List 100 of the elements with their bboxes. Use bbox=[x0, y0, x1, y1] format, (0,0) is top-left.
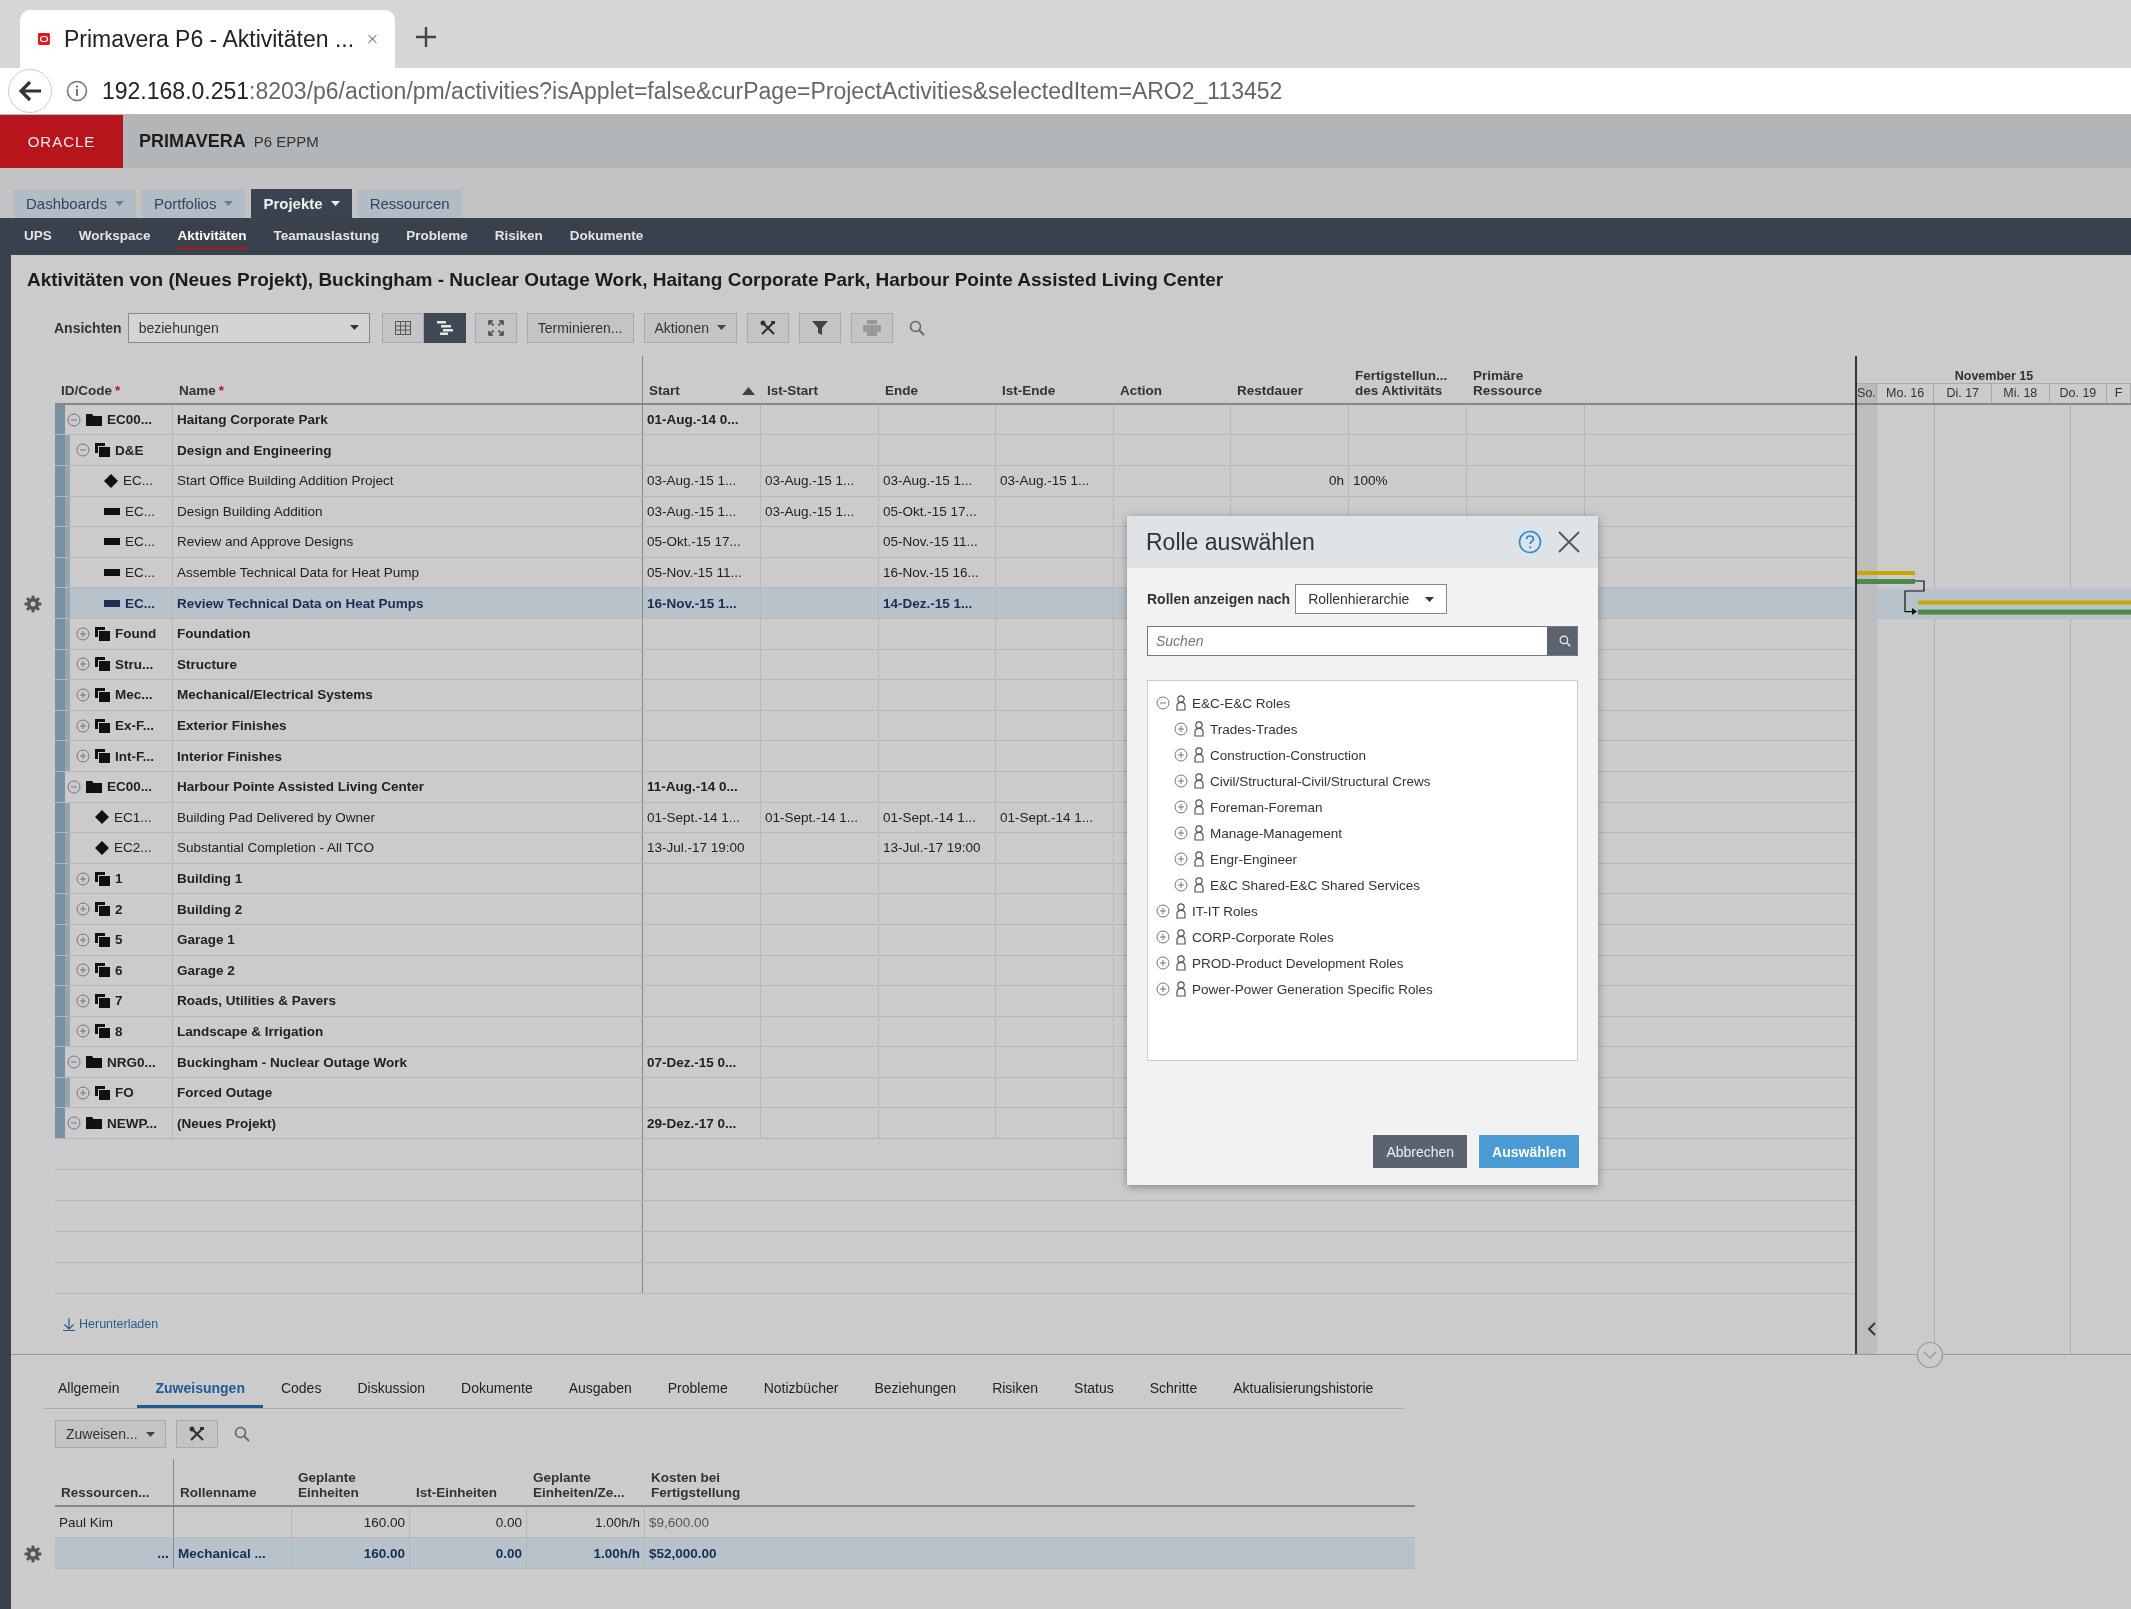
expand-icon[interactable] bbox=[1174, 774, 1188, 788]
column-header[interactable]: Ist-Einheiten bbox=[416, 1486, 497, 1501]
subnav-link[interactable]: Probleme bbox=[406, 224, 468, 249]
detail-tab[interactable]: Status bbox=[1056, 1372, 1132, 1408]
column-header[interactable]: Fertigstellun... des Aktivitäts bbox=[1355, 369, 1448, 399]
column-header[interactable]: Name * bbox=[179, 383, 225, 399]
column-header[interactable]: Action bbox=[1120, 383, 1162, 399]
role-item[interactable]: E&C-E&C Roles bbox=[1192, 695, 1291, 711]
subnav-link[interactable]: Workspace bbox=[78, 224, 151, 249]
column-header[interactable]: Ist-Ende bbox=[1002, 383, 1056, 399]
role-item[interactable]: Power-Power Generation Specific Roles bbox=[1192, 981, 1433, 997]
gear-icon[interactable] bbox=[24, 594, 42, 613]
search-icon[interactable] bbox=[909, 319, 925, 336]
schedule-button[interactable]: Terminieren... bbox=[526, 312, 634, 343]
role-item[interactable]: Civil/Structural-Civil/Structural Crews bbox=[1210, 773, 1431, 789]
detail-tab[interactable]: Diskussion bbox=[339, 1372, 444, 1408]
expand-icon[interactable] bbox=[1156, 982, 1170, 996]
column-header[interactable]: Restdauer bbox=[1237, 383, 1304, 399]
search-icon[interactable] bbox=[233, 1426, 250, 1442]
nav-tab[interactable]: Dashboards bbox=[14, 189, 136, 218]
role-item[interactable]: Manage-Management bbox=[1210, 825, 1343, 841]
search-button[interactable] bbox=[1547, 627, 1577, 655]
gantt-view-button[interactable] bbox=[423, 312, 466, 343]
expand-icon[interactable] bbox=[76, 1085, 90, 1100]
collapse-icon[interactable] bbox=[76, 443, 90, 458]
column-header[interactable]: Ist-Start bbox=[767, 383, 818, 399]
collapse-icon[interactable] bbox=[67, 412, 81, 427]
table-view-button[interactable] bbox=[381, 312, 424, 343]
download-link[interactable]: Herunterladen bbox=[57, 1294, 165, 1355]
role-item[interactable]: Trades-Trades bbox=[1210, 721, 1298, 737]
detail-tab[interactable]: Allgemein bbox=[44, 1372, 138, 1408]
column-header[interactable]: Rollenname bbox=[180, 1486, 257, 1501]
expand-icon[interactable] bbox=[1174, 748, 1188, 762]
detail-tab[interactable]: Ausgaben bbox=[550, 1372, 650, 1408]
expand-icon[interactable] bbox=[76, 871, 90, 886]
expand-icon[interactable] bbox=[1174, 800, 1188, 814]
new-tab-icon[interactable] bbox=[415, 26, 437, 48]
role-item[interactable]: PROD-Product Development Roles bbox=[1192, 955, 1404, 971]
scroll-left-icon[interactable] bbox=[1867, 1322, 1877, 1337]
expand-icon[interactable] bbox=[76, 963, 90, 978]
detail-tab[interactable]: Risiken bbox=[974, 1372, 1057, 1408]
expand-icon[interactable] bbox=[76, 993, 90, 1008]
column-header[interactable]: Start bbox=[649, 383, 680, 399]
subnav-link[interactable]: Aktivitäten bbox=[177, 224, 247, 249]
gear-icon[interactable] bbox=[24, 1544, 42, 1563]
cancel-button[interactable]: Abbrechen bbox=[1373, 1135, 1468, 1168]
detail-tab[interactable]: Zuweisungen bbox=[137, 1372, 263, 1408]
expand-icon[interactable] bbox=[76, 749, 90, 764]
column-header[interactable]: Geplante Einheiten bbox=[298, 1471, 359, 1501]
tools-button[interactable] bbox=[175, 1420, 218, 1448]
collapse-panel-icon[interactable] bbox=[1916, 1341, 1944, 1370]
subnav-link[interactable]: Teamauslastung bbox=[273, 224, 380, 249]
role-item[interactable]: E&C Shared-E&C Shared Services bbox=[1210, 877, 1421, 893]
role-view-dropdown[interactable]: Rollenhierarchie bbox=[1295, 584, 1448, 614]
expand-icon[interactable] bbox=[76, 932, 90, 947]
subnav-link[interactable]: UPS bbox=[24, 224, 52, 249]
role-item[interactable]: Foreman-Foreman bbox=[1210, 799, 1323, 815]
collapse-icon[interactable] bbox=[67, 1116, 81, 1131]
column-header[interactable]: Ressourcen... bbox=[61, 1486, 150, 1501]
detail-tab[interactable]: Codes bbox=[262, 1372, 340, 1408]
expand-icon[interactable] bbox=[1174, 878, 1188, 892]
expand-icon[interactable] bbox=[76, 657, 90, 672]
expand-icon[interactable] bbox=[76, 626, 90, 641]
expand-icon[interactable] bbox=[1156, 956, 1170, 970]
assign-button[interactable]: Zuweisen... bbox=[55, 1420, 166, 1448]
back-button[interactable] bbox=[8, 69, 52, 113]
collapse-icon[interactable] bbox=[1156, 696, 1170, 710]
detail-tab[interactable]: Aktualisierungshistorie bbox=[1215, 1372, 1392, 1408]
expand-icon[interactable] bbox=[1156, 904, 1170, 918]
nav-tab[interactable]: Portfolios bbox=[141, 189, 246, 218]
column-header[interactable]: Geplante Einheiten/Ze... bbox=[533, 1471, 625, 1501]
expand-icon[interactable] bbox=[76, 1024, 90, 1039]
nav-tab[interactable]: Ressourcen bbox=[357, 189, 462, 218]
close-button[interactable] bbox=[1558, 531, 1580, 553]
tools-button[interactable] bbox=[747, 312, 789, 343]
gantt-bar[interactable] bbox=[1857, 570, 1915, 584]
column-header[interactable]: ID/Code * bbox=[61, 383, 121, 399]
collapse-icon[interactable] bbox=[67, 779, 81, 794]
expand-view-button[interactable] bbox=[474, 312, 517, 343]
nav-tab[interactable]: Projekte bbox=[251, 189, 352, 218]
role-item[interactable]: CORP-Corporate Roles bbox=[1192, 929, 1334, 945]
gantt-bar[interactable] bbox=[1918, 600, 2131, 615]
detail-tab[interactable]: Beziehungen bbox=[856, 1372, 975, 1408]
expand-icon[interactable] bbox=[76, 902, 90, 917]
expand-icon[interactable] bbox=[76, 718, 90, 733]
filter-button[interactable] bbox=[799, 312, 841, 343]
search-field[interactable]: Suchen bbox=[1147, 626, 1578, 656]
expand-icon[interactable] bbox=[1174, 722, 1188, 736]
info-icon[interactable] bbox=[66, 80, 88, 102]
column-header[interactable]: Primäre Ressource bbox=[1473, 369, 1543, 399]
actions-button[interactable]: Aktionen bbox=[643, 312, 737, 343]
collapse-icon[interactable] bbox=[67, 1055, 81, 1070]
browser-tab[interactable]: Primavera P6 - Aktivitäten ... bbox=[20, 10, 395, 68]
subnav-link[interactable]: Risiken bbox=[494, 224, 543, 249]
detail-tab[interactable]: Dokumente bbox=[443, 1372, 551, 1408]
column-header[interactable]: Kosten bei Fertigstellung bbox=[651, 1471, 741, 1501]
subnav-link[interactable]: Dokumente bbox=[569, 224, 644, 249]
expand-icon[interactable] bbox=[1174, 852, 1188, 866]
column-header[interactable]: Ende bbox=[885, 383, 918, 399]
more-button[interactable]: ... bbox=[157, 1545, 169, 1561]
